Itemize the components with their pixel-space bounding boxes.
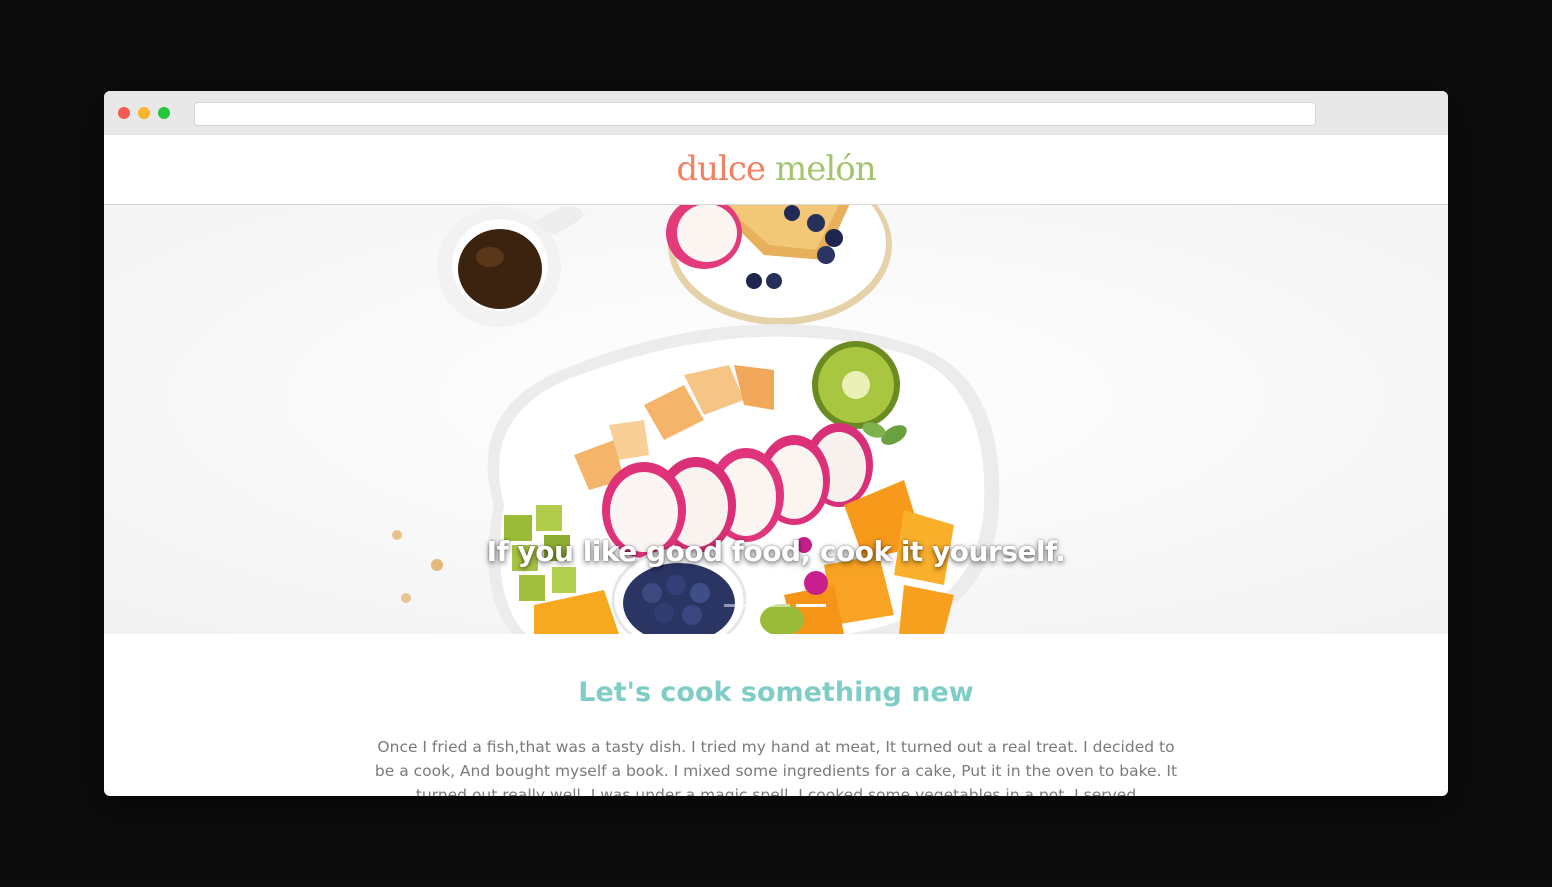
site-logo[interactable]: dulce melón [104, 149, 1448, 189]
close-window-button[interactable] [118, 107, 130, 119]
hero-caption: If you like good food, cook it yourself. [486, 535, 1066, 568]
carousel-indicator-3-active[interactable] [796, 604, 826, 607]
logo-word-dulce: dulce [676, 149, 766, 189]
logo-word-melon: melón [775, 149, 877, 189]
intro-paragraph: Once I fried a fish,that was a tasty dis… [374, 738, 1178, 796]
section-title: Let's cook something new [578, 677, 974, 708]
address-bar[interactable] [194, 102, 1316, 126]
browser-titlebar [104, 91, 1448, 135]
maximize-window-button[interactable] [158, 107, 170, 119]
carousel-indicator-2[interactable] [760, 604, 790, 607]
carousel-indicator-1[interactable] [724, 604, 754, 607]
hero-carousel[interactable]: If you like good food, cook it yourself. [104, 205, 1448, 634]
hero-food-image [104, 205, 1448, 634]
browser-window: dulce melón If you like good food, cook … [104, 91, 1448, 796]
minimize-window-button[interactable] [138, 107, 150, 119]
site-header: dulce melón [104, 135, 1448, 206]
